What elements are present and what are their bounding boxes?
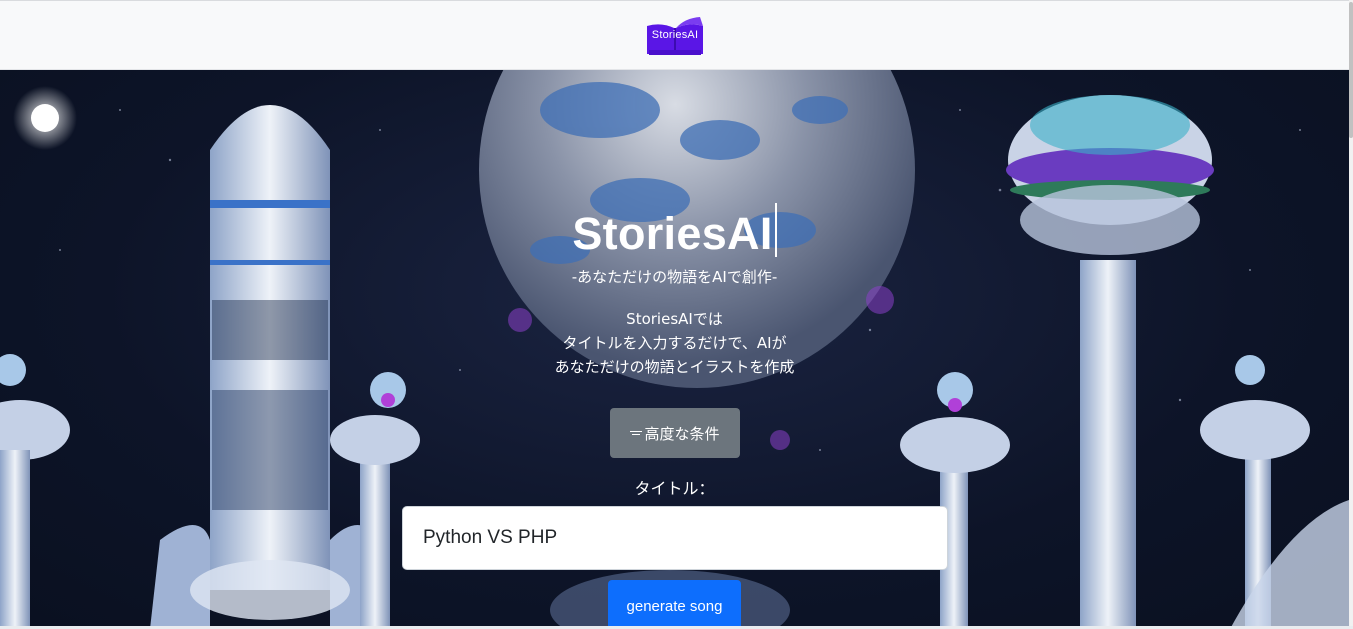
description-line: あなただけの物語とイラストを作成 bbox=[554, 358, 795, 376]
title-input[interactable] bbox=[402, 506, 948, 570]
hero-description: StoriesAIでは タイトルを入力するだけで、AIが あなただけの物語とイラ… bbox=[0, 307, 1349, 379]
description-line: StoriesAIでは bbox=[626, 310, 723, 328]
description-line: タイトルを入力するだけで、AIが bbox=[562, 334, 787, 352]
hero-subtitle: -あなただけの物語をAIで創作- bbox=[571, 268, 778, 286]
scrollbar-thumb[interactable] bbox=[1349, 2, 1353, 138]
hero-section: StoriesAI -あなただけの物語をAIで創作- StoriesAIでは タ… bbox=[0, 70, 1349, 629]
navbar: StoriesAI bbox=[0, 0, 1353, 70]
title-label: タイトル： bbox=[634, 479, 715, 498]
logo-text: StoriesAI bbox=[651, 29, 699, 41]
storiesai-logo[interactable]: StoriesAI bbox=[645, 16, 705, 57]
advanced-conditions-label: 高度な条件 bbox=[644, 424, 720, 443]
typing-cursor bbox=[774, 203, 777, 257]
hero-title: StoriesAI bbox=[0, 203, 1349, 260]
advanced-conditions-button[interactable]: 高度な条件 bbox=[610, 408, 740, 458]
filter-icon bbox=[630, 428, 643, 438]
generate-song-button[interactable]: generate song bbox=[608, 580, 741, 629]
hero-title-text: StoriesAI bbox=[572, 208, 773, 259]
